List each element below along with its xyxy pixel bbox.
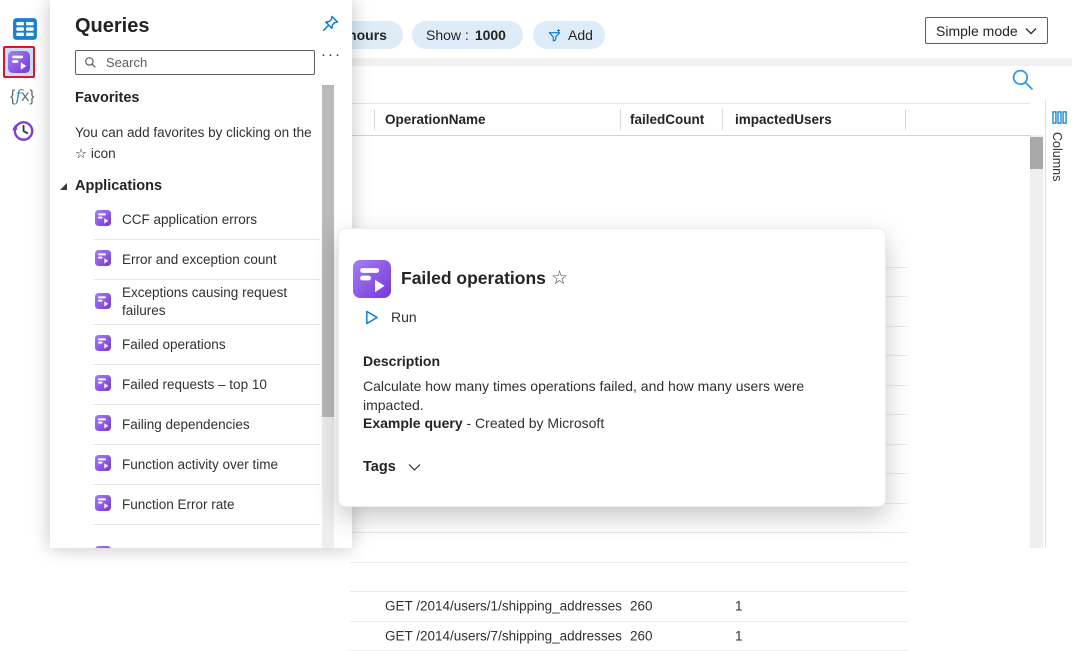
query-item-label: Failed operations bbox=[122, 336, 226, 354]
flyout-scrollbar[interactable] bbox=[322, 85, 334, 548]
queries-list-item[interactable]: Failing dependencies bbox=[93, 405, 320, 445]
queries-icon-selected[interactable] bbox=[3, 46, 35, 78]
search-input[interactable] bbox=[104, 54, 306, 71]
query-icon bbox=[95, 415, 111, 434]
show-pill-value: 1000 bbox=[475, 27, 506, 43]
results-table: OperationName failedCount impactedUsers … bbox=[350, 103, 1030, 136]
scrollbar-thumb[interactable] bbox=[322, 85, 334, 417]
scrollbar-thumb[interactable] bbox=[1030, 137, 1043, 169]
column-separator bbox=[620, 109, 621, 130]
columns-side-tab[interactable]: Columns bbox=[1045, 100, 1072, 548]
favorites-heading: Favorites bbox=[75, 90, 139, 106]
query-item-label: Exceptions causing request failures bbox=[122, 284, 320, 320]
columns-tab-label: Columns bbox=[1050, 132, 1064, 181]
run-button-label: Run bbox=[391, 309, 417, 325]
cell-impactedusers: 1 bbox=[735, 599, 743, 614]
query-icon bbox=[353, 260, 391, 301]
functions-icon[interactable]: {fx} bbox=[10, 86, 35, 106]
description-heading: Description bbox=[363, 353, 440, 369]
queries-list-item[interactable]: Failed operations bbox=[93, 325, 320, 365]
columns-icon bbox=[1052, 110, 1067, 128]
results-vertical-scrollbar[interactable] bbox=[1030, 135, 1043, 548]
table-row[interactable] bbox=[350, 504, 908, 534]
more-options-button[interactable]: ··· bbox=[321, 46, 342, 63]
tables-icon[interactable] bbox=[12, 16, 38, 42]
query-item-label: CCF application errors bbox=[122, 211, 257, 229]
query-item-label: Error and exception count bbox=[122, 251, 277, 269]
show-pill-label: Show : bbox=[426, 27, 469, 43]
filter-add-icon bbox=[547, 28, 562, 43]
collapse-triangle-icon bbox=[60, 183, 67, 190]
mode-dropdown-value: Simple mode bbox=[936, 23, 1018, 39]
results-table-header: OperationName failedCount impactedUsers bbox=[350, 103, 1030, 136]
query-icon bbox=[95, 375, 111, 394]
query-item-label: Function activity over time bbox=[122, 456, 278, 474]
add-filter-pill[interactable]: Add bbox=[533, 21, 605, 49]
query-icon bbox=[95, 250, 111, 269]
query-item-label: Failed requests – top 10 bbox=[122, 376, 267, 394]
chevron-down-icon bbox=[408, 463, 421, 472]
queries-list-item[interactable]: Error and exception count bbox=[93, 240, 320, 280]
group-applications-label: Applications bbox=[75, 178, 162, 194]
time-range-pill-label: hours bbox=[348, 27, 387, 43]
column-separator bbox=[374, 109, 375, 130]
query-history-icon[interactable] bbox=[10, 118, 36, 144]
search-icon bbox=[84, 56, 97, 69]
queries-list: CCF application errors Error and exceptio… bbox=[75, 200, 320, 525]
table-row[interactable] bbox=[350, 563, 908, 593]
column-header-impactedusers[interactable]: impactedUsers bbox=[735, 112, 832, 127]
tags-expander[interactable]: Tags bbox=[363, 459, 421, 475]
mode-dropdown[interactable]: Simple mode bbox=[925, 17, 1048, 44]
tags-label: Tags bbox=[363, 459, 396, 475]
popup-title: Failed operations bbox=[401, 268, 546, 289]
cell-impactedusers: 1 bbox=[735, 628, 743, 643]
example-query-rest: - Created by Microsoft bbox=[463, 415, 605, 431]
query-icon bbox=[95, 335, 111, 354]
panel-title: Queries bbox=[75, 15, 149, 38]
pin-icon[interactable] bbox=[320, 14, 340, 37]
cell-operationname: GET /2014/users/7/shipping_addresses bbox=[385, 628, 622, 643]
query-details-popup: Failed operations ☆ Run Description Calc… bbox=[338, 228, 886, 507]
cell-failedcount: 260 bbox=[630, 599, 653, 614]
play-icon bbox=[365, 310, 378, 325]
column-separator bbox=[905, 109, 906, 130]
queries-flyout-panel: Queries ··· Favorites You can add favori… bbox=[50, 0, 352, 548]
table-row[interactable]: GET /2014/users/7/shipping_addresses 260 1 bbox=[350, 622, 908, 651]
example-query-bold: Example query bbox=[363, 415, 463, 431]
table-row[interactable]: GET /2014/users/1/shipping_addresses 260 1 bbox=[350, 592, 908, 622]
example-query-line: Example query - Created by Microsoft bbox=[363, 415, 604, 431]
queries-list-item[interactable]: Failed requests – top 10 bbox=[93, 365, 320, 405]
chevron-down-icon bbox=[1025, 27, 1037, 35]
queries-list-item[interactable]: Exceptions causing request failures bbox=[93, 280, 320, 325]
column-separator bbox=[722, 109, 723, 130]
add-pill-label: Add bbox=[568, 27, 593, 43]
favorites-hint: You can add favorites by clicking on the… bbox=[75, 122, 317, 164]
queries-search-box bbox=[75, 50, 315, 75]
queries-list-item[interactable]: CCF application errors bbox=[93, 200, 320, 240]
queries-list-item[interactable]: Function activity over time bbox=[93, 445, 320, 485]
toolbar-divider bbox=[340, 58, 1072, 66]
cell-failedcount: 260 bbox=[630, 628, 653, 643]
queries-list-item[interactable]: Function Error rate bbox=[93, 485, 320, 525]
description-text: Calculate how many times operations fail… bbox=[363, 377, 855, 415]
column-header-operationname[interactable]: OperationName bbox=[385, 112, 486, 127]
favorite-star-icon[interactable]: ☆ bbox=[551, 267, 568, 290]
query-item-label: Function Error rate bbox=[122, 496, 235, 514]
cell-operationname: GET /2014/users/1/shipping_addresses bbox=[385, 599, 622, 614]
query-icon bbox=[95, 210, 111, 229]
group-applications[interactable]: Applications bbox=[60, 178, 162, 194]
show-limit-pill[interactable]: Show : 1000 bbox=[412, 21, 523, 49]
query-icon bbox=[95, 495, 111, 514]
query-icon bbox=[95, 293, 111, 312]
query-item-label: Failing dependencies bbox=[122, 416, 250, 434]
query-icon bbox=[95, 455, 111, 474]
run-button[interactable]: Run bbox=[365, 309, 417, 325]
column-header-failedcount[interactable]: failedCount bbox=[630, 112, 704, 127]
left-icon-rail: {fx} bbox=[0, 0, 50, 548]
results-search-icon[interactable] bbox=[1010, 67, 1036, 93]
